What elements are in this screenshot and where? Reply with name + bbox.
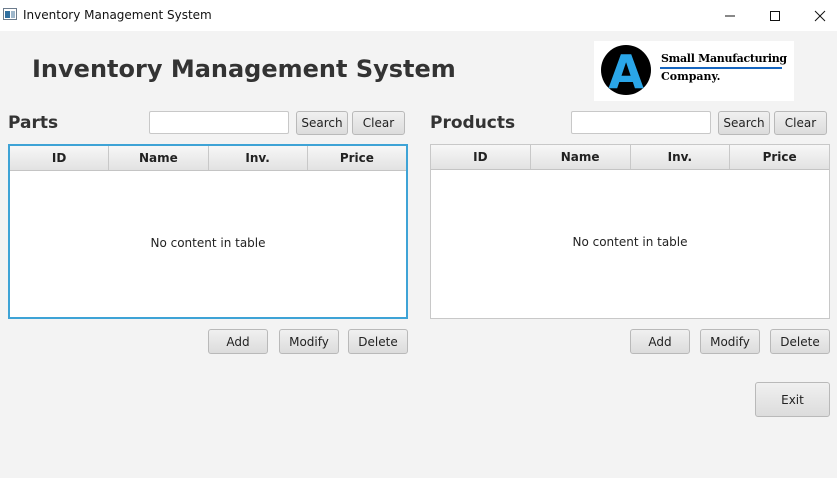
parts-table-header: ID Name Inv. Price [10,146,406,171]
products-table[interactable]: ID Name Inv. Price No content in table [430,144,830,319]
logo-text-line1: Small Manufacturing [661,52,787,65]
parts-search-button[interactable]: Search [296,111,348,135]
products-col-name[interactable]: Name [531,145,631,169]
close-icon [814,10,826,21]
products-title: Products [430,113,516,133]
products-col-id[interactable]: ID [431,145,531,169]
parts-search-input[interactable] [149,111,289,134]
parts-modify-button[interactable]: Modify [279,329,339,354]
company-logo: A Small Manufacturing Company. [594,41,794,101]
parts-col-price[interactable]: Price [308,146,406,170]
parts-add-button[interactable]: Add [208,329,268,354]
exit-button[interactable]: Exit [755,382,830,417]
products-col-price[interactable]: Price [730,145,829,169]
app-icon [3,8,17,20]
minimize-button[interactable] [707,0,753,31]
parts-empty-message: No content in table [150,236,266,250]
products-table-header: ID Name Inv. Price [431,145,829,170]
maximize-button[interactable] [752,0,798,31]
parts-table[interactable]: ID Name Inv. Price No content in table [8,144,408,319]
window-titlebar: Inventory Management System [0,0,837,31]
parts-col-inv[interactable]: Inv. [209,146,308,170]
products-search-button[interactable]: Search [718,111,770,135]
minimize-icon [725,15,735,16]
logo-emblem: A [601,45,651,99]
parts-col-name[interactable]: Name [109,146,209,170]
close-button[interactable] [797,0,837,31]
parts-delete-button[interactable]: Delete [348,329,408,354]
products-search-input[interactable] [571,111,711,134]
window-title: Inventory Management System [23,8,212,22]
parts-title: Parts [8,113,59,133]
logo-underline [660,67,782,69]
page-title: Inventory Management System [32,55,456,83]
logo-text-line2: Company. [661,70,721,83]
products-modify-button[interactable]: Modify [700,329,760,354]
products-clear-button[interactable]: Clear [774,111,827,135]
products-col-inv[interactable]: Inv. [631,145,731,169]
svg-text:A: A [608,45,644,99]
parts-clear-button[interactable]: Clear [352,111,405,135]
products-add-button[interactable]: Add [630,329,690,354]
parts-col-id[interactable]: ID [10,146,110,170]
maximize-icon [770,10,780,21]
products-empty-message: No content in table [572,235,688,249]
products-delete-button[interactable]: Delete [770,329,830,354]
